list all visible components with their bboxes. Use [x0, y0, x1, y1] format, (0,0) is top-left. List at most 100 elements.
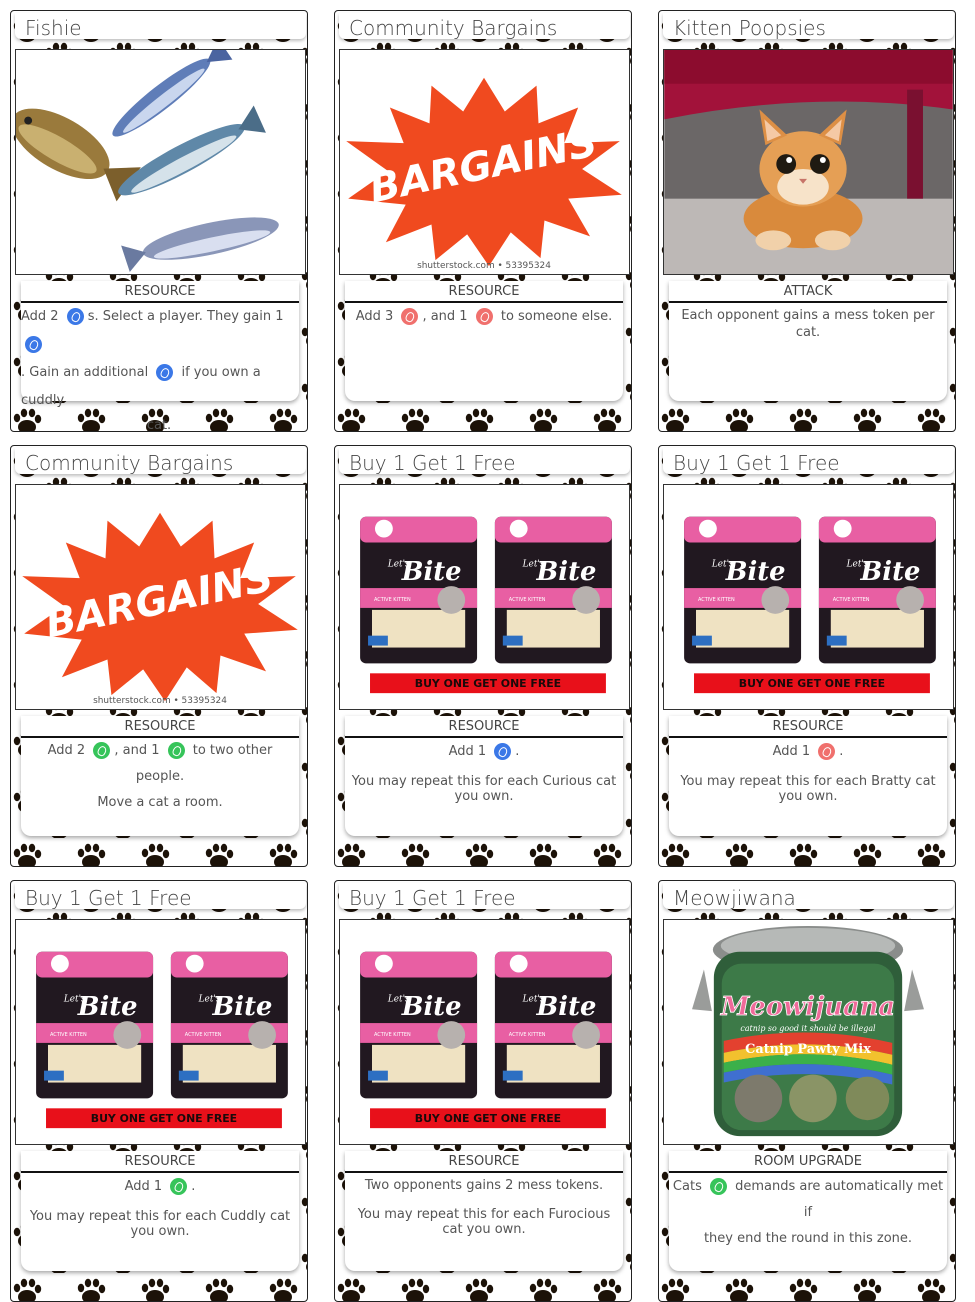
brand-name: Bite [212, 992, 273, 1022]
card-text-box: ROOM UPGRADE Cats demands are automatica… [669, 1151, 947, 1271]
card-text: Each opponent gains a mess token per cat… [681, 308, 935, 340]
promo-banner: BUY ONE GET ONE FREE [739, 677, 885, 690]
card-title: Buy 1 Get 1 Free [673, 451, 840, 475]
card-text: . [839, 744, 844, 759]
card-type: RESOURCE [21, 716, 299, 738]
card-type: ROOM UPGRADE [669, 1151, 947, 1173]
card-type: RESOURCE [21, 281, 299, 303]
card-text: Add 3 [355, 309, 398, 324]
card-art-bargains: BARGAINS shutterstock.com • 53395324 [15, 484, 306, 710]
blue-token-icon [156, 364, 174, 381]
card-text: . Gain an additional [21, 365, 153, 380]
brand-name: Bite [860, 557, 921, 587]
card-title: Buy 1 Get 1 Free [349, 886, 516, 910]
card-title-bar: Buy 1 Get 1 Free [339, 883, 630, 910]
card-title: Meowjiwana [673, 886, 796, 910]
brand-name: Bite [536, 557, 597, 587]
card-title-bar: Buy 1 Get 1 Free [663, 448, 954, 475]
card-kitten-poopsies[interactable]: Kitten Poopsies ATTACK Each opponent gai… [658, 10, 956, 432]
card-community-bargains[interactable]: Community Bargains BARGAINS shutterstock… [334, 10, 632, 432]
card-text: You may repeat this for each Cuddly cat … [29, 1209, 291, 1239]
jar-tagline: catnip so good it should be illegal [740, 1024, 876, 1033]
card-art-cat-food: Let's Bite Let's Bite ACTIVE KITTEN ACTI… [663, 484, 954, 710]
card-buy-1-get-1-free[interactable]: Buy 1 Get 1 Free Let's Bite Let's Bite A… [334, 445, 632, 867]
card-text: You may repeat this for each Bratty cat … [680, 774, 936, 804]
card-type: RESOURCE [345, 1151, 623, 1173]
card-text-box: RESOURCE Add 1 . You may repeat this for… [669, 716, 947, 836]
bag-band-label: ACTIVE KITTEN [833, 597, 870, 603]
card-art-bargains: BARGAINS shutterstock.com • 53395324 [339, 49, 630, 275]
card-buy-1-get-1-free[interactable]: Buy 1 Get 1 Free Let's Bite Let's Bite A… [10, 880, 308, 1302]
brand-name: Bite [725, 557, 786, 587]
card-text: You may repeat this for each Curious cat… [351, 774, 617, 804]
bag-band-label: ACTIVE KITTEN [698, 597, 735, 603]
blue-token-icon [66, 308, 84, 325]
card-text-box: ATTACK Each opponent gains a mess token … [669, 281, 947, 401]
card-title: Buy 1 Get 1 Free [25, 886, 192, 910]
card-text: Add 1 [124, 1179, 167, 1194]
promo-banner: BUY ONE GET ONE FREE [415, 1112, 561, 1125]
card-title: Kitten Poopsies [673, 16, 826, 40]
card-art-cat-food: Let's Bite Let's Bite ACTIVE KITTEN ACTI… [339, 919, 630, 1145]
card-title: Community Bargains [349, 16, 558, 40]
green-token-icon [167, 742, 185, 759]
card-art-catnip-jar: Meowijuana catnip so good it should be i… [663, 919, 954, 1145]
card-text-box: RESOURCE Add 1 . You may repeat this for… [21, 1151, 299, 1271]
card-text-box: RESOURCE Add 2 , and 1 to two other peop… [21, 716, 299, 836]
brand-name: Bite [77, 992, 138, 1022]
card-text: cat. [146, 418, 172, 432]
bag-band-label: ACTIVE KITTEN [509, 1032, 546, 1038]
card-type: ATTACK [669, 281, 947, 303]
card-title-bar: Buy 1 Get 1 Free [15, 883, 306, 910]
card-meowjiwana[interactable]: Meowjiwana Meowijuana catnip so good it … [658, 880, 956, 1302]
card-text: they end the round in this zone. [703, 1231, 913, 1246]
green-token-icon [170, 1178, 188, 1195]
card-text: Add 1 [772, 744, 815, 759]
card-text: demands are automatically met if [730, 1179, 944, 1220]
card-text-box: RESOURCE Two opponents gains 2 mess toke… [345, 1151, 623, 1271]
bag-band-label: ACTIVE KITTEN [509, 597, 546, 603]
card-art-toy-fish [15, 49, 306, 275]
card-text: s. Select a player. They gain 1 [87, 309, 284, 324]
card-title-bar: Meowjiwana [663, 883, 954, 910]
card-buy-1-get-1-free[interactable]: Buy 1 Get 1 Free Let's Bite Let's Bite A… [334, 880, 632, 1302]
brand-name: Bite [536, 992, 597, 1022]
card-community-bargains[interactable]: Community Bargains BARGAINS shutterstock… [10, 445, 308, 867]
card-title: Community Bargains [25, 451, 234, 475]
card-type: RESOURCE [345, 281, 623, 303]
card-title-bar: Kitten Poopsies [663, 13, 954, 40]
bag-band-label: ACTIVE KITTEN [50, 1032, 87, 1038]
card-text: , and 1 [114, 743, 164, 758]
jar-subtitle: Catnip Pawty Mix [745, 1042, 871, 1057]
card-text-box: RESOURCE Add 3 , and 1 to someone else. [345, 281, 623, 401]
bag-band-label: ACTIVE KITTEN [374, 1032, 411, 1038]
card-art-kitten [663, 49, 954, 275]
card-text: Add 1 [448, 744, 491, 759]
card-title: Fishie [25, 16, 82, 40]
brand-name: Bite [401, 992, 462, 1022]
card-text: . [191, 1179, 196, 1194]
card-buy-1-get-1-free[interactable]: Buy 1 Get 1 Free Let's Bite Let's Bite A… [658, 445, 956, 867]
green-token-icon [93, 742, 111, 759]
card-text: . [515, 744, 520, 759]
card-text: Add 2 [21, 309, 63, 324]
promo-banner: BUY ONE GET ONE FREE [415, 677, 561, 690]
card-text: You may repeat this for each Furocious c… [357, 1207, 611, 1237]
card-title-bar: Community Bargains [339, 13, 630, 40]
card-art-cat-food: Let's Bite Let's Bite ACTIVE KITTEN ACTI… [15, 919, 306, 1145]
card-text: to someone else. [496, 309, 613, 324]
card-title-bar: Fishie [15, 13, 306, 40]
green-token-icon [709, 1178, 727, 1195]
red-token-icon [475, 308, 493, 325]
jar-brand: Meowijuana [720, 992, 895, 1022]
card-text: Move a cat a room. [97, 795, 223, 810]
blue-token-icon [494, 743, 512, 760]
card-text-box: RESOURCE Add 1 . You may repeat this for… [345, 716, 623, 836]
card-title-bar: Buy 1 Get 1 Free [339, 448, 630, 475]
bag-band-label: ACTIVE KITTEN [185, 1032, 222, 1038]
card-fishie[interactable]: Fishie RESOURCE Add 2 s. Select a player… [10, 10, 308, 432]
card-text-box: RESOURCE Add 2 s. Select a player. They … [21, 281, 299, 431]
card-type: RESOURCE [345, 716, 623, 738]
watermark-caption: shutterstock.com • 53395324 [93, 696, 227, 706]
promo-banner: BUY ONE GET ONE FREE [91, 1112, 237, 1125]
